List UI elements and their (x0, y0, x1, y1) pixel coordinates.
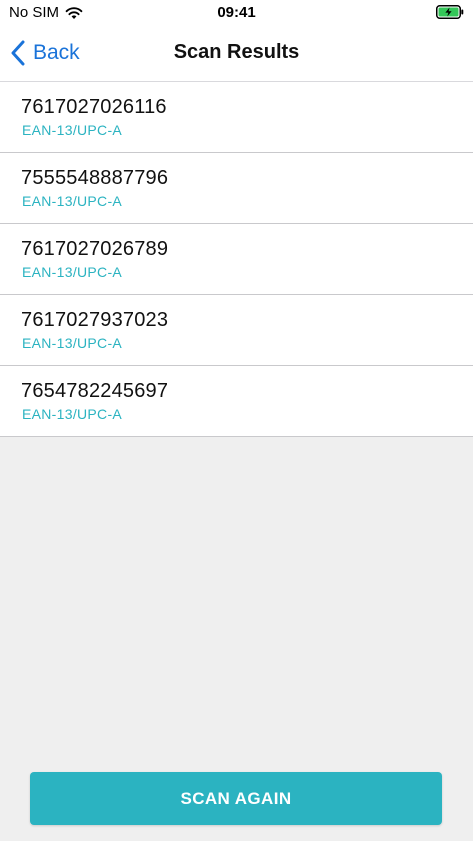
barcode-value: 7617027026116 (21, 96, 167, 118)
barcode-value: 7555548887796 (21, 167, 169, 189)
barcode-value: 7617027026789 (21, 238, 169, 260)
top-header: No SIM 09:41 Back Scan Results (0, 0, 473, 82)
navigation-bar: Back Scan Results (0, 26, 473, 81)
barcode-type: EAN-13/UPC-A (22, 335, 123, 351)
barcode-value: 7617027937023 (21, 309, 169, 331)
clock: 09:41 (217, 4, 256, 21)
scan-results-list: 7617027026116 EAN-13/UPC-A 7555548887796… (0, 82, 473, 437)
list-item[interactable]: 7617027937023 EAN-13/UPC-A (0, 295, 473, 366)
barcode-type: EAN-13/UPC-A (22, 122, 123, 138)
list-item[interactable]: 7617027026789 EAN-13/UPC-A (0, 224, 473, 295)
barcode-type: EAN-13/UPC-A (22, 193, 123, 209)
list-item[interactable]: 7654782245697 EAN-13/UPC-A (0, 366, 473, 437)
list-item[interactable]: 7617027026116 EAN-13/UPC-A (0, 82, 473, 153)
barcode-value: 7654782245697 (21, 380, 169, 402)
battery-charging-icon (436, 5, 464, 19)
status-bar: No SIM 09:41 (0, 0, 473, 26)
list-item[interactable]: 7555548887796 EAN-13/UPC-A (0, 153, 473, 224)
scan-again-button[interactable]: SCAN AGAIN (30, 772, 442, 825)
barcode-type: EAN-13/UPC-A (22, 406, 123, 422)
page-title: Scan Results (173, 41, 300, 63)
barcode-type: EAN-13/UPC-A (22, 264, 123, 280)
